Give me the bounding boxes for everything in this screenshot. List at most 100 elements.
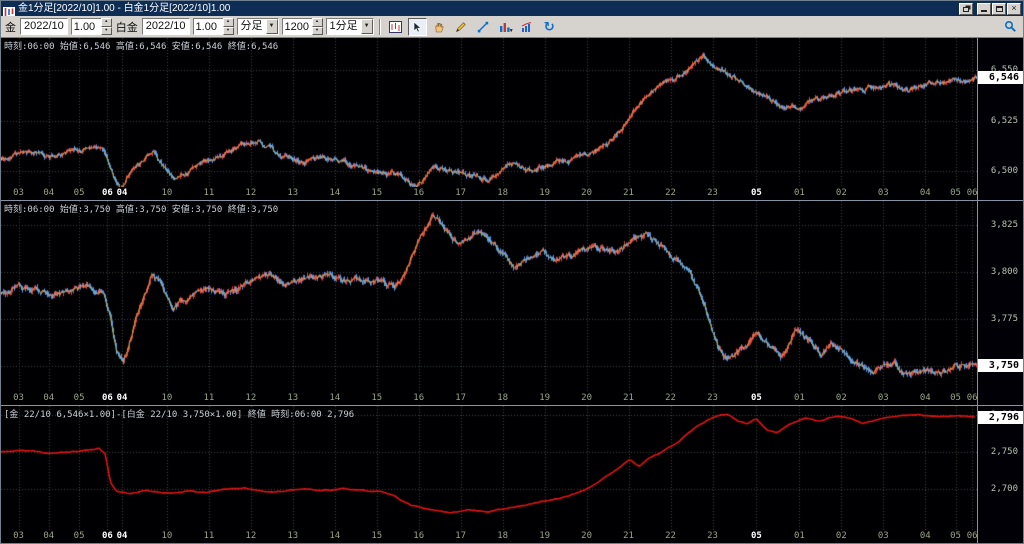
period-type-value: 分足 [240, 20, 263, 32]
maximize-icon [995, 5, 1003, 12]
x-axis-tick: 11 [203, 531, 215, 541]
x-axis-tick: 06 [101, 188, 113, 198]
last-price-badge: 3,750 [978, 358, 1023, 372]
x-axis-tick: 18 [497, 531, 509, 541]
x-axis-tick: 19 [539, 531, 551, 541]
platinum-chart-panel: 時刻:06:00 始値:3,750 高値:3,750 安値:3,750 終値:3… [1, 201, 1023, 406]
gold-price-axis: 6,550 6,525 6,500 6,546 [977, 38, 1023, 200]
x-axis-tick: 17 [455, 531, 467, 541]
x-axis-tick: 02 [835, 188, 847, 198]
spin-down-icon[interactable]: ▼ [222, 26, 234, 35]
histogram-button[interactable] [517, 17, 537, 36]
minimize-button[interactable] [977, 2, 991, 15]
price-axis-label: 2,700 [990, 484, 1018, 495]
spinner-buttons[interactable]: ▲ ▼ [311, 18, 323, 35]
x-axis-tick: 04 [43, 531, 55, 541]
x-axis-tick: 17 [455, 188, 467, 198]
x-axis-tick: 21 [623, 531, 634, 541]
gold-multiplier-spinner[interactable]: 1.00 ▲ ▼ [70, 18, 112, 35]
x-axis-tick: 13 [287, 188, 299, 198]
x-axis-tick: 03 [877, 188, 889, 198]
window-title: 金1分足[2022/10]1.00 - 白金1分足[2022/10]1.00 [18, 3, 231, 14]
platinum-multiplier-value: 1.00 [192, 18, 223, 35]
pencil-draw-button[interactable] [451, 17, 471, 36]
x-axis-tick: 04 [919, 531, 931, 541]
bar-count-value: 1200 [281, 18, 312, 35]
gold-label: 金 [5, 21, 16, 34]
select-cursor-button[interactable] [407, 17, 427, 36]
select-cursor-icon [413, 20, 422, 32]
x-axis-tick: 06 [101, 393, 113, 403]
x-axis-tick: 04 [919, 393, 931, 403]
spread-plot-area[interactable]: [金 22/10 6,546×1.00]-[白金 22/10 3,750×1.0… [1, 406, 977, 543]
bar-chart-dropdown-button[interactable]: ▼ [495, 17, 515, 36]
x-axis-tick: 02 [835, 393, 847, 403]
toolbar-separator [378, 18, 381, 35]
x-axis-tick: 23 [707, 188, 718, 198]
x-axis-tick: 04 [43, 393, 55, 403]
histogram-icon [521, 21, 532, 32]
x-axis-tick: 13 [287, 393, 299, 403]
chevron-down-icon[interactable]: ▼ [360, 19, 373, 34]
timeframe-dropdown[interactable]: 1分足 ▼ [325, 18, 374, 35]
platinum-month-input[interactable]: 2022/10 [141, 18, 190, 35]
gold-candlestick-canvas[interactable] [1, 38, 977, 187]
price-axis-label: 3,775 [990, 313, 1018, 324]
period-type-dropdown[interactable]: 分足 ▼ [236, 18, 279, 35]
x-axis-tick: 16 [413, 188, 425, 198]
platinum-plot-area[interactable]: 時刻:06:00 始値:3,750 高値:3,750 安値:3,750 終値:3… [1, 201, 977, 405]
x-axis-tick: 03 [877, 531, 889, 541]
x-axis-tick: 11 [203, 188, 215, 198]
spin-up-icon[interactable]: ▲ [222, 18, 234, 27]
maximize-button[interactable] [992, 2, 1006, 15]
x-axis-tick: 05 [73, 531, 85, 541]
x-axis-tick: 05 [73, 188, 85, 198]
gold-plot-area[interactable]: 時刻:06:00 始値:6,546 高値:6,546 安値:6,546 終値:6… [1, 38, 977, 200]
refresh-button[interactable]: ↻ [539, 17, 559, 36]
spinner-buttons[interactable]: ▲ ▼ [222, 18, 234, 35]
platinum-candlestick-canvas[interactable] [1, 201, 977, 392]
trendline-icon [477, 21, 489, 32]
price-axis-label: 6,525 [990, 115, 1018, 126]
pan-hand-button[interactable] [429, 17, 449, 36]
timeframe-value: 1分足 [329, 20, 358, 32]
x-axis-tick: 06 [966, 393, 977, 403]
last-price-badge: 6,546 [978, 71, 1023, 85]
gold-chart-panel: 時刻:06:00 始値:6,546 高値:6,546 安値:6,546 終値:6… [1, 38, 1023, 201]
spinner-buttons[interactable]: ▲ ▼ [100, 18, 112, 35]
gold-info-text: 時刻:06:00 始値:6,546 高値:6,546 安値:6,546 終値:6… [4, 42, 279, 52]
gold-multiplier-value: 1.00 [70, 18, 101, 35]
chevron-down-icon[interactable]: ▼ [265, 19, 278, 34]
x-axis-tick: 15 [371, 393, 383, 403]
pan-hand-icon [435, 22, 444, 32]
x-axis-tick: 19 [539, 393, 551, 403]
trendline-button[interactable] [473, 17, 493, 36]
spin-down-icon[interactable]: ▼ [311, 26, 323, 35]
minimize-icon [981, 6, 987, 12]
spin-up-icon[interactable]: ▲ [311, 18, 323, 27]
spread-line-canvas[interactable] [1, 406, 977, 530]
spin-down-icon[interactable]: ▼ [100, 26, 112, 35]
x-axis-tick: 05 [751, 531, 762, 541]
close-button[interactable]: × [1007, 2, 1021, 15]
x-axis-tick: 06 [966, 531, 977, 541]
chart-settings-button[interactable] [385, 17, 405, 36]
x-axis-tick: 15 [371, 531, 383, 541]
gold-month-input[interactable]: 2022/10 [20, 18, 68, 35]
chevron-down-icon: ▼ [508, 27, 514, 34]
restore-button[interactable] [959, 2, 973, 15]
platinum-info-text: 時刻:06:00 始値:3,750 高値:3,750 安値:3,750 終値:3… [4, 205, 279, 215]
x-axis-tick: 04 [116, 531, 128, 541]
bar-count-spinner[interactable]: 1200 ▲ ▼ [281, 18, 323, 35]
main-toolbar: 金 2022/10 1.00 ▲ ▼ 白金 2022/10 1.00 ▲ ▼ 分足 … [1, 16, 1023, 38]
x-axis-tick: 10 [161, 188, 173, 198]
platinum-multiplier-spinner[interactable]: 1.00 ▲ ▼ [192, 18, 234, 35]
wrench-tool-button[interactable] [1001, 17, 1020, 36]
x-axis-tick: 14 [329, 531, 341, 541]
x-axis-tick: 18 [497, 393, 509, 403]
spin-up-icon[interactable]: ▲ [100, 18, 112, 27]
x-axis-tick: 12 [245, 393, 257, 403]
x-axis-tick: 18 [497, 188, 509, 198]
x-axis-tick: 15 [371, 188, 383, 198]
x-axis-tick: 06 [966, 188, 977, 198]
